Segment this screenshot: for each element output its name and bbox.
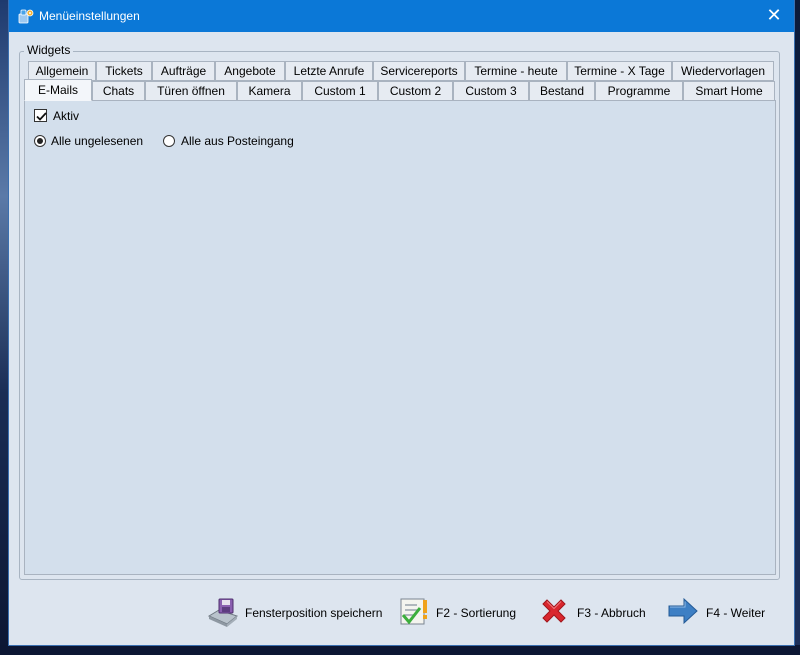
tab-kamera[interactable]: Kamera xyxy=(237,81,302,101)
tab-termine-heute[interactable]: Termine - heute xyxy=(465,61,567,81)
next-button[interactable]: F4 - Weiter xyxy=(667,596,771,630)
desktop-background-bottom xyxy=(0,645,800,655)
cancel-button[interactable]: F3 - Abbruch xyxy=(538,596,650,630)
checkmark-icon xyxy=(36,112,47,121)
tab-servicereports[interactable]: Servicereports xyxy=(373,61,465,81)
tab-panel-e-mails xyxy=(24,100,776,575)
floppy-save-icon xyxy=(205,596,239,628)
blue-arrow-right-icon xyxy=(667,596,699,628)
tab-angebote[interactable]: Angebote xyxy=(215,61,285,81)
title-bar[interactable]: Menüeinstellungen ✕ xyxy=(9,0,794,32)
checklist-icon xyxy=(398,596,430,628)
sort-button[interactable]: F2 - Sortierung xyxy=(398,596,522,630)
app-settings-icon xyxy=(18,8,34,24)
tab-custom-3[interactable]: Custom 3 xyxy=(453,81,529,101)
tab-smart-home[interactable]: Smart Home xyxy=(683,81,775,101)
radio-selected-dot xyxy=(37,138,43,144)
tab-termine-x-tage[interactable]: Termine - X Tage xyxy=(567,61,672,81)
sort-label: F2 - Sortierung xyxy=(436,606,517,620)
tab-letzte-anrufe[interactable]: Letzte Anrufe xyxy=(285,61,373,81)
tab-tueren-oeffnen[interactable]: Türen öffnen xyxy=(145,81,237,101)
radio-alle-ungelesenen-label: Alle ungelesenen xyxy=(51,134,144,148)
radio-alle-ungelesenen[interactable] xyxy=(34,135,46,147)
radio-alle-aus-posteingang[interactable] xyxy=(163,135,175,147)
next-label: F4 - Weiter xyxy=(706,606,766,620)
cancel-label: F3 - Abbruch xyxy=(577,606,646,620)
radio-alle-aus-posteingang-label: Alle aus Posteingang xyxy=(181,134,294,148)
close-button[interactable]: ✕ xyxy=(754,0,794,32)
tab-custom-1[interactable]: Custom 1 xyxy=(302,81,378,101)
tab-e-mails[interactable]: E-Mails xyxy=(24,79,92,101)
tab-auftraege[interactable]: Aufträge xyxy=(152,61,215,81)
tab-allgemein[interactable]: Allgemein xyxy=(28,61,96,81)
tab-bestand[interactable]: Bestand xyxy=(529,81,595,101)
save-position-button[interactable]: Fensterposition speichern xyxy=(205,596,385,630)
window-title: Menüeinstellungen xyxy=(39,9,140,23)
tab-tickets[interactable]: Tickets xyxy=(96,61,152,81)
red-x-icon xyxy=(538,596,570,628)
tab-wiedervorlagen[interactable]: Wiedervorlagen xyxy=(672,61,774,81)
aktiv-label: Aktiv xyxy=(53,109,80,123)
tab-chats[interactable]: Chats xyxy=(92,81,145,101)
tab-programme[interactable]: Programme xyxy=(595,81,683,101)
aktiv-checkbox[interactable] xyxy=(34,109,47,122)
save-position-label: Fensterposition speichern xyxy=(245,606,383,620)
tab-custom-2[interactable]: Custom 2 xyxy=(378,81,453,101)
widgets-legend: Widgets xyxy=(24,43,74,57)
